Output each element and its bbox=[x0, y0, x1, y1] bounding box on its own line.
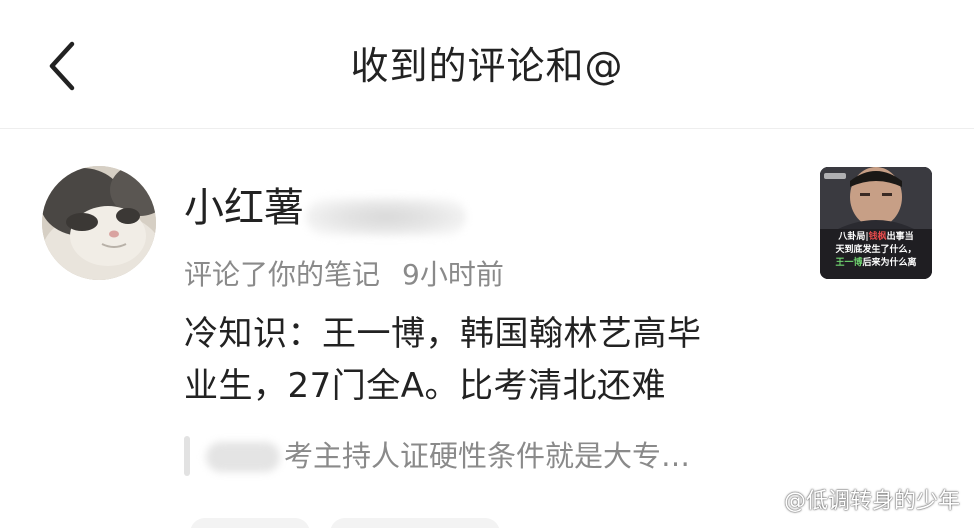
notification-meta: 评论了你的笔记 9小时前 bbox=[184, 254, 504, 296]
like-button[interactable] bbox=[330, 518, 500, 528]
cat-avatar-image bbox=[42, 166, 156, 280]
weibo-watermark: @低调转身的少年 bbox=[753, 486, 960, 518]
note-cover-caption: 八卦局|钱枫出事当 天到底发生了什么， 王一博后来为什么离 bbox=[835, 232, 917, 268]
timestamp: 9小时前 bbox=[402, 258, 504, 291]
comment-line: 业生，27门全A。比考清北还难 bbox=[184, 366, 667, 406]
action-text: 评论了你的笔记 bbox=[184, 258, 381, 291]
page-title: 收到的评论和@ bbox=[350, 44, 624, 88]
comments-mentions-screen: 收到的评论和@ 小红薯 评论了你的笔记 9小时前 冷知识：王一博，韩国翰林艺高毕 … bbox=[0, 0, 974, 528]
weibo-icon bbox=[753, 493, 780, 514]
quote-bar bbox=[184, 436, 190, 476]
comment-text[interactable]: 冷知识：王一博，韩国翰林艺高毕 业生，27门全A。比考清北还难 bbox=[184, 308, 784, 412]
quoted-text: 考主持人证硬性条件就是大专… bbox=[284, 439, 691, 473]
username-row: 小红薯 bbox=[184, 180, 466, 236]
username-redacted-blur bbox=[306, 197, 466, 236]
quoted-comment[interactable]: 考主持人证硬性条件就是大专… bbox=[184, 432, 804, 480]
watermark-text: @低调转身的少年 bbox=[783, 489, 960, 514]
comment-line: 冷知识：王一博，韩国翰林艺高毕 bbox=[184, 314, 702, 354]
username[interactable]: 小红薯 bbox=[184, 185, 304, 231]
top-nav-bar: 收到的评论和@ bbox=[0, 0, 974, 129]
avatar[interactable] bbox=[42, 166, 156, 280]
note-thumbnail[interactable]: 八卦局|钱枫出事当 天到底发生了什么， 王一博后来为什么离 bbox=[820, 167, 932, 279]
quote-author-redacted-blur bbox=[206, 442, 280, 472]
reply-button[interactable] bbox=[190, 518, 310, 528]
